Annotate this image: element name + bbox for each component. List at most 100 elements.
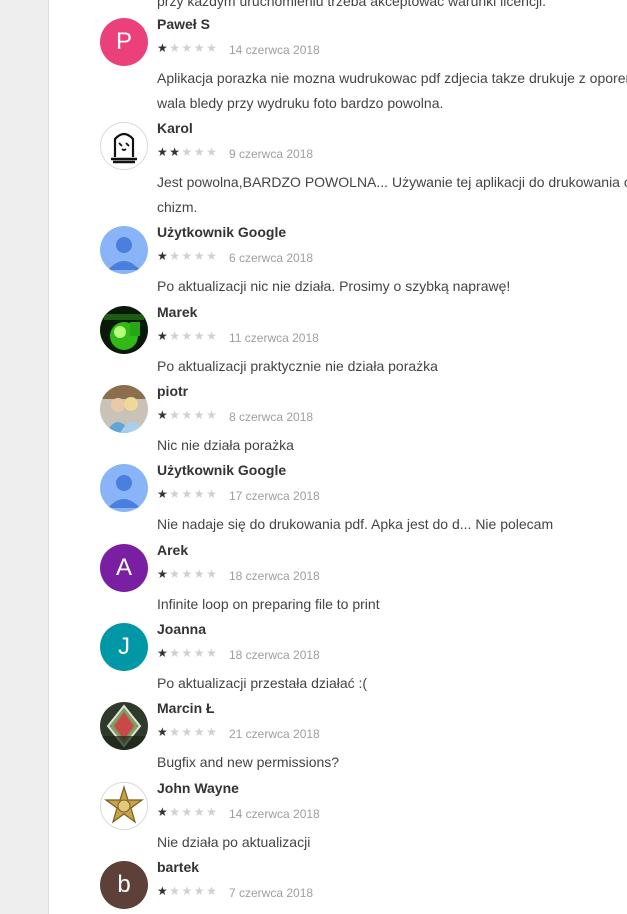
sketch-avatar-icon[interactable] [100,122,148,170]
review-date: 11 czerwca 2018 [229,331,319,345]
star-filled-icon: ★ [157,487,170,501]
green-light-photo-icon[interactable] [100,306,148,354]
review-author[interactable]: piotr [157,383,188,399]
people-photo-icon[interactable] [100,385,148,433]
star-empty-icon: ★ [181,329,194,343]
review-author[interactable]: Marcin Ł [157,700,215,716]
review-author[interactable]: Użytkownik Google [157,224,286,240]
star-rating: ★★★★★ [157,567,218,581]
star-filled-icon: ★ [157,329,170,343]
star-empty-icon: ★ [206,725,219,739]
star-empty-icon: ★ [206,487,219,501]
star-filled-icon: ★ [157,249,170,263]
review-author[interactable]: Joanna [157,621,206,637]
avatar-letter: J [118,633,130,660]
star-empty-icon: ★ [181,646,194,660]
reviews-list: przy każdym uruchomieniu trzeba akceptow… [0,0,627,914]
star-empty-icon: ★ [169,567,182,581]
star-empty-icon: ★ [169,487,182,501]
avatar[interactable]: J [100,623,148,671]
star-empty-icon: ★ [206,884,219,898]
review-author[interactable]: Paweł S [157,16,210,32]
star-filled-icon: ★ [157,567,170,581]
star-empty-icon: ★ [193,487,207,501]
review-text: wala bledy przy wydruku foto bardzo powo… [157,95,444,111]
star-rating: ★★★★★ [157,646,218,660]
star-empty-icon: ★ [181,145,194,159]
avatar-letter: P [115,28,132,55]
star-empty-icon: ★ [169,249,182,263]
review-author[interactable]: Użytkownik Google [157,462,286,478]
partial-review-text: przy każdym uruchomieniu trzeba akceptow… [157,0,547,9]
star-empty-icon: ★ [169,725,182,739]
star-filled-icon: ★ [157,145,170,159]
star-empty-icon: ★ [193,329,207,343]
star-empty-icon: ★ [206,145,219,159]
star-empty-icon: ★ [206,408,219,422]
star-empty-icon: ★ [193,884,207,898]
star-empty-icon: ★ [193,145,207,159]
star-empty-icon: ★ [181,408,194,422]
star-filled-icon: ★ [157,725,170,739]
star-rating: ★★★★★ [157,884,218,898]
star-rating: ★★★★★ [157,725,218,739]
review-author[interactable]: bartek [157,859,199,875]
review-author[interactable]: Marek [157,304,197,320]
star-filled-icon: ★ [169,145,182,159]
star-empty-icon: ★ [206,329,219,343]
review-text: chizm. [157,199,198,215]
star-empty-icon: ★ [181,567,194,581]
star-rating: ★★★★★ [157,41,218,55]
review-text: Nie działa po aktualizacji [157,834,311,850]
star-filled-icon: ★ [157,408,170,422]
star-empty-icon: ★ [193,249,207,263]
star-empty-icon: ★ [169,408,182,422]
review-text: Bugfix and new permissions? [157,754,340,770]
review-date: 6 czerwca 2018 [229,251,314,265]
default-user-icon[interactable] [100,226,148,274]
avatar[interactable]: b [100,861,148,909]
star-empty-icon: ★ [181,487,194,501]
star-empty-icon: ★ [193,805,207,819]
review-date: 9 czerwca 2018 [229,147,314,161]
review-date: 18 czerwca 2018 [229,569,320,583]
star-empty-icon: ★ [193,725,207,739]
star-filled-icon: ★ [157,41,170,55]
star-rating: ★★★★★ [157,249,218,263]
star-rating: ★★★★★ [157,805,218,819]
star-empty-icon: ★ [206,805,219,819]
star-empty-icon: ★ [169,329,182,343]
avatar[interactable]: A [100,544,148,592]
avatar-letter: A [115,554,132,581]
review-date: 7 czerwca 2018 [229,886,314,900]
star-empty-icon: ★ [206,249,219,263]
star-rating: ★★★★★ [157,408,218,422]
review-text: Po aktualizacji przestała działać :( [157,675,368,691]
star-empty-icon: ★ [193,41,207,55]
star-empty-icon: ★ [193,408,207,422]
review-author[interactable]: Karol [157,120,193,136]
star-empty-icon: ★ [181,249,194,263]
review-text: Infinite loop on preparing file to print [157,596,380,612]
sheriff-badge-icon[interactable] [100,782,148,830]
star-empty-icon: ★ [181,884,194,898]
star-empty-icon: ★ [169,805,182,819]
star-rating: ★★★★★ [157,487,218,501]
default-user-icon[interactable] [100,464,148,512]
review-date: 17 czerwca 2018 [229,489,320,503]
star-empty-icon: ★ [206,41,219,55]
review-text: Po aktualizacji nic nie działa. Prosimy … [157,278,511,294]
review-text: Nie nadaje się do drukowania pdf. Apka j… [157,516,554,532]
star-empty-icon: ★ [169,646,182,660]
review-date: 14 czerwca 2018 [229,43,320,57]
star-empty-icon: ★ [193,646,207,660]
star-filled-icon: ★ [157,805,170,819]
diamond-photo-icon[interactable] [100,702,148,750]
star-empty-icon: ★ [181,725,194,739]
star-rating: ★★★★★ [157,329,218,343]
review-date: 18 czerwca 2018 [229,648,320,662]
review-author[interactable]: John Wayne [157,780,239,796]
review-author[interactable]: Arek [157,542,188,558]
avatar[interactable]: P [100,18,148,66]
star-empty-icon: ★ [181,805,194,819]
